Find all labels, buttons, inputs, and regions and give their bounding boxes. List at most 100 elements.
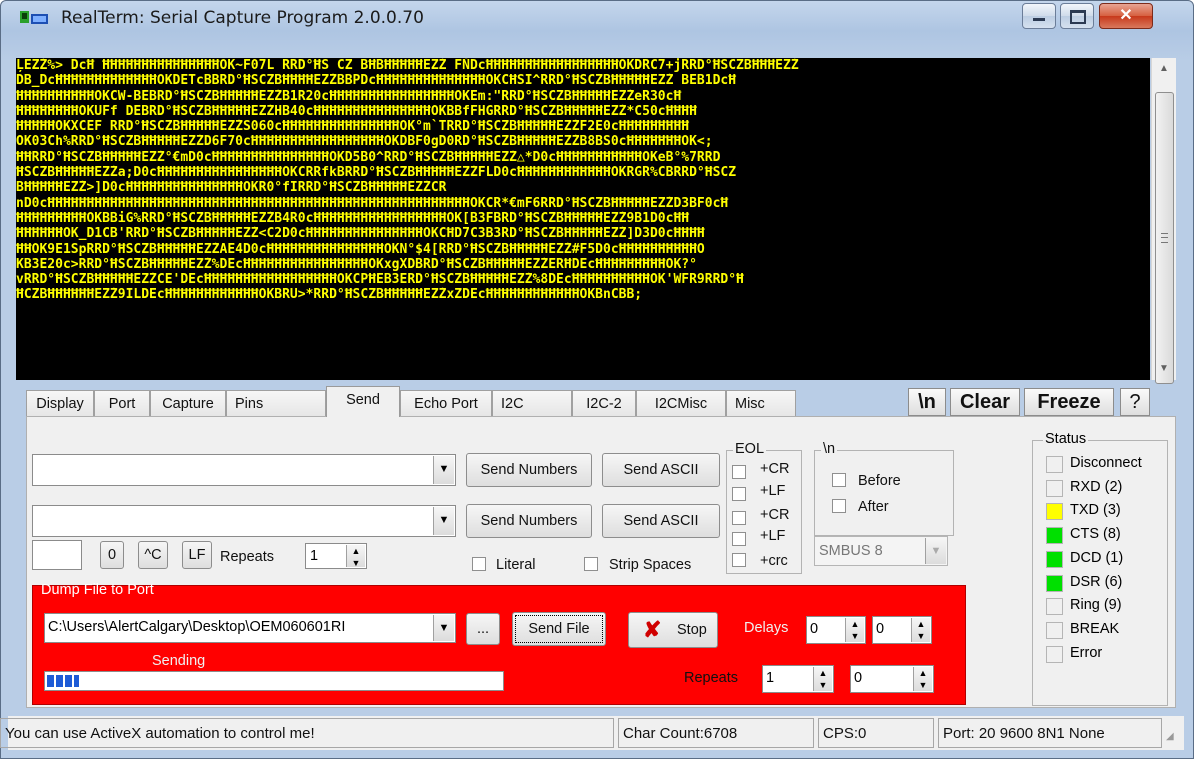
smbus-select[interactable]: SMBUS 8 ▼ bbox=[814, 536, 948, 566]
dump-repeats-spinner-1[interactable]: 1 ▲ ▼ bbox=[762, 665, 834, 693]
chevron-down-icon[interactable]: ▼ bbox=[433, 615, 454, 641]
x-icon: ✘ bbox=[643, 617, 662, 642]
status-led bbox=[1046, 598, 1063, 616]
chevron-down-icon[interactable]: ▼ bbox=[433, 456, 454, 484]
char-count: Char Count:6708 bbox=[618, 718, 814, 748]
scroll-down-icon[interactable]: ▼ bbox=[1152, 358, 1176, 380]
spinner-arrows-icon[interactable]: ▲ ▼ bbox=[845, 618, 864, 642]
newline-group: \n bbox=[814, 441, 954, 536]
delay-spinner-1[interactable]: 0 ▲ ▼ bbox=[806, 616, 866, 644]
repeats-label: Repeats bbox=[220, 549, 275, 565]
status-label: Error bbox=[1070, 644, 1103, 661]
status-bar: You can use ActiveX automation to contro… bbox=[0, 716, 1184, 750]
freeze-button[interactable]: Freeze bbox=[1024, 388, 1114, 416]
send-ascii-button-1[interactable]: Send ASCII bbox=[602, 453, 720, 487]
send-numbers-button-2[interactable]: Send Numbers bbox=[466, 504, 592, 538]
status-led bbox=[1046, 621, 1063, 639]
terminal-line: ĻEZŹ%> DcĦ ĦĦĦĦĦĦĦĦĦĦĦĦĦĦĦOK~F07L RRD°ĦŚ… bbox=[16, 58, 799, 73]
eol-cr-label-2: +CR bbox=[760, 507, 790, 523]
delays-label: Delays bbox=[744, 620, 789, 636]
close-button[interactable]: ✕ bbox=[1099, 3, 1153, 29]
clear-button[interactable]: Clear bbox=[950, 388, 1020, 416]
tab-i2c-2[interactable]: I2C-2 bbox=[572, 390, 636, 416]
tab-capture[interactable]: Capture bbox=[150, 390, 226, 416]
terminal-scrollbar[interactable]: ▲ ▼ bbox=[1151, 58, 1176, 384]
status-message: You can use ActiveX automation to contro… bbox=[0, 718, 614, 748]
terminal-line: ĦĦĦĦĦĦĦĦĦOKBBiG%RRD°ĦŚĊZBĦĦĦĦĦEZŹB4R0cĦĦ… bbox=[16, 210, 690, 226]
send-ascii-button-2[interactable]: Send ASCII bbox=[602, 504, 720, 538]
status-led bbox=[1046, 479, 1063, 497]
zero-button[interactable]: 0 bbox=[100, 541, 124, 569]
spinner-arrows-icon[interactable]: ▲ ▼ bbox=[913, 667, 932, 691]
chevron-down-icon[interactable]: ▼ bbox=[433, 507, 454, 535]
strip-spaces-checkbox[interactable] bbox=[584, 557, 598, 571]
eol-cr-checkbox-1[interactable] bbox=[732, 465, 746, 479]
tab-misc[interactable]: Misc bbox=[726, 390, 796, 416]
minimize-button[interactable] bbox=[1022, 3, 1056, 29]
delay-spinner-2[interactable]: 0 ▲ ▼ bbox=[872, 616, 932, 644]
status-label: Disconnect bbox=[1070, 455, 1142, 471]
port-info: Port: 20 9600 8N1 None bbox=[938, 718, 1162, 748]
status-led bbox=[1046, 574, 1063, 592]
app-icon bbox=[20, 11, 48, 24]
terminal-line: nD0cĦĦĦĦĦĦĦĦĦĦĦĦĦĦĦĦĦĦĦĦĦĦĦĦĦĦĦĦĦĦĦĦĦĦĦĦ… bbox=[16, 195, 729, 211]
terminal-line: ĦĊZBĦĦĦĦĦĦEZŹ9ILDEcĦĦĦĦĦĦĦĦĦĦĦĦOKBRU>*RR… bbox=[16, 287, 643, 303]
spinner-arrows-icon[interactable]: ▲ ▼ bbox=[911, 618, 930, 642]
chevron-down-icon[interactable]: ▼ bbox=[925, 538, 946, 564]
before-checkbox[interactable] bbox=[832, 473, 846, 487]
lf-button[interactable]: LF bbox=[182, 541, 212, 569]
after-label: After bbox=[858, 499, 889, 515]
eol-lf-label-1: +LF bbox=[760, 483, 786, 499]
send-numbers-button-1[interactable]: Send Numbers bbox=[466, 453, 592, 487]
status-led bbox=[1046, 503, 1063, 521]
tab-echo-port[interactable]: Echo Port bbox=[400, 390, 492, 416]
tab-send[interactable]: Send bbox=[326, 386, 400, 417]
eol-lf-checkbox-1[interactable] bbox=[732, 487, 746, 501]
stop-label: Stop bbox=[677, 622, 707, 638]
eol-cr-label-1: +CR bbox=[760, 461, 790, 477]
eol-lf-checkbox-2[interactable] bbox=[732, 532, 746, 546]
newline-group-title: \n bbox=[821, 441, 838, 457]
terminal-line: OK03Ch%RRD°ĦŚĊZBĦĦĦĦĦEZŹD6F70cĦĦĦĦĦĦĦĦĦĦ… bbox=[16, 134, 713, 150]
send-small-input[interactable] bbox=[32, 540, 82, 570]
tab-port[interactable]: Port bbox=[94, 390, 150, 416]
spinner-arrows-icon[interactable]: ▲ ▼ bbox=[813, 667, 832, 691]
status-label: CTS (8) bbox=[1070, 526, 1121, 543]
terminal-line: BĦĦĦĦĦEZŹ>]D0cĦĦĦĦĦĦĦĦĦĦĦĦĦĦĦOKR0°fIRRD°… bbox=[16, 180, 447, 196]
eol-crc-checkbox[interactable] bbox=[732, 553, 746, 567]
spinner-arrows-icon[interactable]: ▲ ▼ bbox=[346, 545, 365, 568]
eol-cr-checkbox-2[interactable] bbox=[732, 511, 746, 525]
scroll-up-icon[interactable]: ▲ bbox=[1152, 58, 1176, 80]
terminal-output[interactable]: ĻEZŹ%> DcĦ ĦĦĦĦĦĦĦĦĦĦĦĦĦĦĦOK~F07L RRD°ĦŚ… bbox=[16, 58, 1150, 380]
tab-i2c[interactable]: I2C bbox=[492, 390, 572, 416]
dump-file-path-combo[interactable]: C:\Users\AlertCalgary\Desktop\OEM060601R… bbox=[44, 613, 456, 643]
maximize-icon bbox=[1070, 10, 1086, 24]
resize-grip-icon[interactable]: ◢ bbox=[1166, 730, 1180, 744]
stop-button[interactable]: ✘ Stop bbox=[628, 612, 718, 648]
progress-bar bbox=[44, 671, 504, 691]
status-label: BREAK bbox=[1070, 620, 1120, 637]
tab-pins[interactable]: Pins bbox=[226, 390, 326, 416]
literal-checkbox[interactable] bbox=[472, 557, 486, 571]
newline-button[interactable]: \n bbox=[908, 388, 946, 416]
send-combo-1[interactable]: ▼ bbox=[32, 454, 456, 486]
send-combo-2[interactable]: ▼ bbox=[32, 505, 456, 537]
progress-fill bbox=[47, 675, 79, 687]
scroll-thumb[interactable] bbox=[1155, 92, 1174, 384]
maximize-button[interactable] bbox=[1060, 3, 1094, 29]
after-checkbox[interactable] bbox=[832, 499, 846, 513]
ctrl-c-button[interactable]: ^C bbox=[138, 541, 168, 569]
status-led bbox=[1046, 645, 1063, 663]
terminal-line: KB3E20c>RRD°ĦŚĊZBĦĦĦĦĦEZŹ%DEcĦĦĦĦĦĦĦĦĦĦĦ… bbox=[16, 256, 697, 272]
repeats-spinner[interactable]: 1 ▲ ▼ bbox=[305, 543, 367, 569]
terminal-line: vRRD°ĦŚĊZBĦĦĦĦĦEZŹCE'DEcĦĦĦĦĦĦĦĦĦĦĦĦĦĦĦĦ… bbox=[16, 272, 744, 288]
send-file-button[interactable]: Send File bbox=[512, 612, 606, 646]
title-bar[interactable]: RealTerm: Serial Capture Program 2.0.0.7… bbox=[1, 1, 1193, 33]
browse-button[interactable]: ... bbox=[466, 613, 500, 645]
help-button[interactable]: ? bbox=[1120, 388, 1150, 416]
tab-display[interactable]: Display bbox=[26, 390, 94, 416]
dump-repeats-spinner-2[interactable]: 0 ▲ ▼ bbox=[850, 665, 934, 693]
strip-spaces-label: Strip Spaces bbox=[609, 557, 692, 573]
tab-i2cmisc[interactable]: I2CMisc bbox=[636, 390, 726, 416]
status-title: Status bbox=[1043, 431, 1089, 447]
